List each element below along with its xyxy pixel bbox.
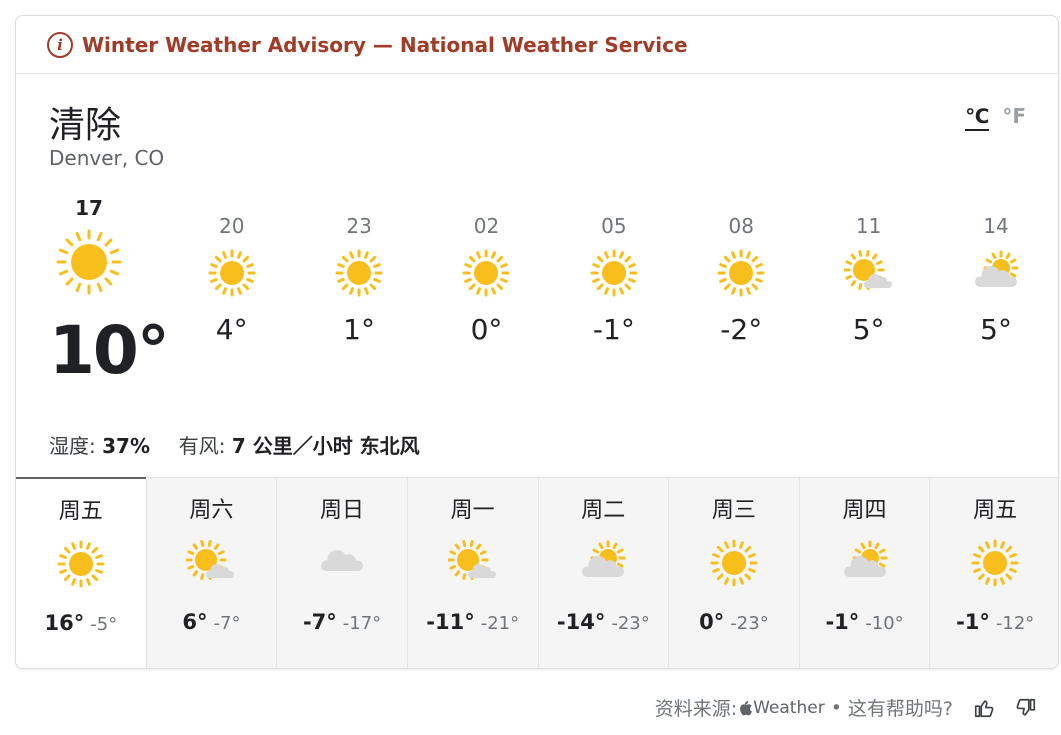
partly-cloudy-icon — [147, 538, 277, 588]
fahrenheit-toggle[interactable]: °F — [1002, 104, 1026, 128]
day-high: -11° — [426, 610, 475, 634]
current-hour: 17 — [75, 196, 103, 220]
hour-label: 08 — [728, 214, 754, 238]
sun-icon — [46, 226, 132, 302]
day-low: -17° — [342, 613, 382, 634]
day-high: -14° — [556, 610, 606, 634]
humidity-value: 37% — [102, 434, 150, 458]
hourly-item: 02 0° — [423, 214, 550, 346]
cloud-icon — [277, 538, 407, 588]
info-icon: i — [47, 31, 73, 58]
thumbs-down-button[interactable] — [1015, 697, 1037, 719]
hour-label: 02 — [473, 214, 500, 238]
hourly-item: 05 -1° — [550, 214, 677, 346]
day-high: 16° — [44, 611, 85, 635]
thumbs-up-button[interactable] — [973, 697, 995, 719]
day-low: -7° — [213, 613, 241, 634]
hour-temperature: 4° — [215, 313, 248, 346]
day-name: 周二 — [581, 498, 626, 523]
sun-icon — [423, 248, 550, 298]
humidity-label: 湿度: — [49, 434, 96, 458]
advisory-text: Winter Weather Advisory — National Weath… — [82, 32, 688, 57]
current-weather: 17 — [46, 196, 132, 302]
day-high: -1° — [825, 610, 860, 634]
day-tab[interactable]: 周二 -14° -23° — [537, 478, 669, 668]
thumbs-down-icon — [1016, 698, 1036, 716]
day-name: 周四 — [842, 498, 887, 523]
hour-label: 20 — [218, 214, 245, 238]
day-low: -5° — [90, 614, 118, 635]
wind-value: 7 公里／小时 东北风 — [231, 434, 420, 458]
hour-label: 23 — [346, 214, 372, 238]
day-low: -12° — [995, 613, 1035, 634]
day-low: -23° — [611, 613, 650, 634]
day-high: 6° — [182, 610, 208, 634]
hour-label: 05 — [601, 214, 627, 238]
hourly-forecast: 20 4° 23 1° 02 0° 05 -1° 08 -2° 11 5° 14 5° — [168, 214, 1058, 346]
hourly-item: 23 1° — [295, 214, 422, 346]
mostly-cloudy-icon — [800, 538, 930, 588]
hour-temperature: 1° — [343, 313, 375, 346]
sun-icon — [550, 248, 677, 298]
day-tab[interactable]: 周三 0° -23° — [668, 478, 799, 668]
hour-temperature: -1° — [592, 313, 635, 346]
weather-advisory-link[interactable]: i Winter Weather Advisory — National Wea… — [16, 16, 1058, 74]
hour-label: 11 — [855, 214, 882, 238]
day-low: -10° — [865, 613, 904, 634]
source-label: 资料来源: — [654, 698, 738, 720]
celsius-toggle[interactable]: ℃ — [965, 104, 990, 131]
sun-icon — [16, 539, 146, 589]
daily-forecast: 周五 16° -5° 周六 6° -7° 周日 -7° -17° 周一 -11° -21° 周二… — [16, 477, 1058, 668]
day-name: 周六 — [189, 498, 234, 523]
wind-label: 有风: — [178, 434, 226, 458]
condition-title: 清除 — [49, 105, 122, 146]
day-high: 0° — [699, 610, 725, 634]
day-tab[interactable]: 周五 16° -5° — [16, 477, 146, 668]
footer-separator: • — [830, 696, 842, 719]
hourly-item: 20 4° — [168, 214, 295, 346]
day-name: 周一 — [450, 498, 495, 523]
weather-source-link[interactable]: Weather — [737, 698, 825, 718]
location-name: Denver, CO — [49, 146, 165, 170]
hourly-item: 11 5° — [805, 214, 932, 346]
day-tab[interactable]: 周六 6° -7° — [145, 478, 277, 668]
weather-card: i Winter Weather Advisory — National Wea… — [15, 15, 1059, 669]
footer: 资料来源: Weather • 这有帮助吗? — [655, 694, 1037, 721]
day-tab[interactable]: 周一 -11° -21° — [406, 478, 538, 668]
sun-icon — [678, 248, 805, 298]
hour-temperature: 0° — [470, 313, 503, 346]
mostly-cloudy-icon — [932, 248, 1058, 298]
day-name: 周五 — [973, 498, 1018, 523]
weather-brand-label: Weather — [753, 697, 825, 718]
hour-label: 14 — [983, 214, 1009, 238]
hour-temperature: -2° — [720, 313, 763, 346]
sun-icon — [930, 538, 1058, 588]
hour-temperature: 5° — [852, 313, 885, 346]
day-high: -7° — [302, 610, 337, 634]
day-tab[interactable]: 周五 -1° -12° — [929, 478, 1058, 668]
unit-toggle: ℃ °F — [965, 104, 1026, 131]
day-name: 周日 — [320, 498, 365, 523]
mostly-cloudy-icon — [539, 538, 669, 588]
day-low: -23° — [730, 613, 769, 634]
sun-icon — [295, 248, 422, 298]
thumbs-up-icon — [974, 699, 994, 717]
feedback-question: 这有帮助吗? — [847, 698, 953, 720]
partly-cloudy-icon — [408, 538, 538, 588]
hourly-item: 08 -2° — [678, 214, 805, 346]
hour-temperature: 5° — [980, 313, 1012, 346]
day-tab[interactable]: 周日 -7° -17° — [276, 478, 407, 668]
day-high: -1° — [956, 610, 990, 634]
day-tab[interactable]: 周四 -1° -10° — [798, 478, 930, 668]
hourly-item: 14 5° — [932, 214, 1058, 346]
current-temperature: 10° — [49, 312, 170, 389]
day-name: 周三 — [711, 498, 756, 523]
conditions-line: 湿度: 37% 有风: 7 公里／小时 东北风 — [49, 430, 420, 459]
apple-logo-icon — [740, 700, 753, 715]
partly-cloudy-icon — [805, 248, 932, 298]
sun-icon — [168, 248, 295, 298]
day-name: 周五 — [58, 499, 103, 524]
day-low: -21° — [480, 613, 520, 634]
sun-icon — [669, 538, 799, 588]
